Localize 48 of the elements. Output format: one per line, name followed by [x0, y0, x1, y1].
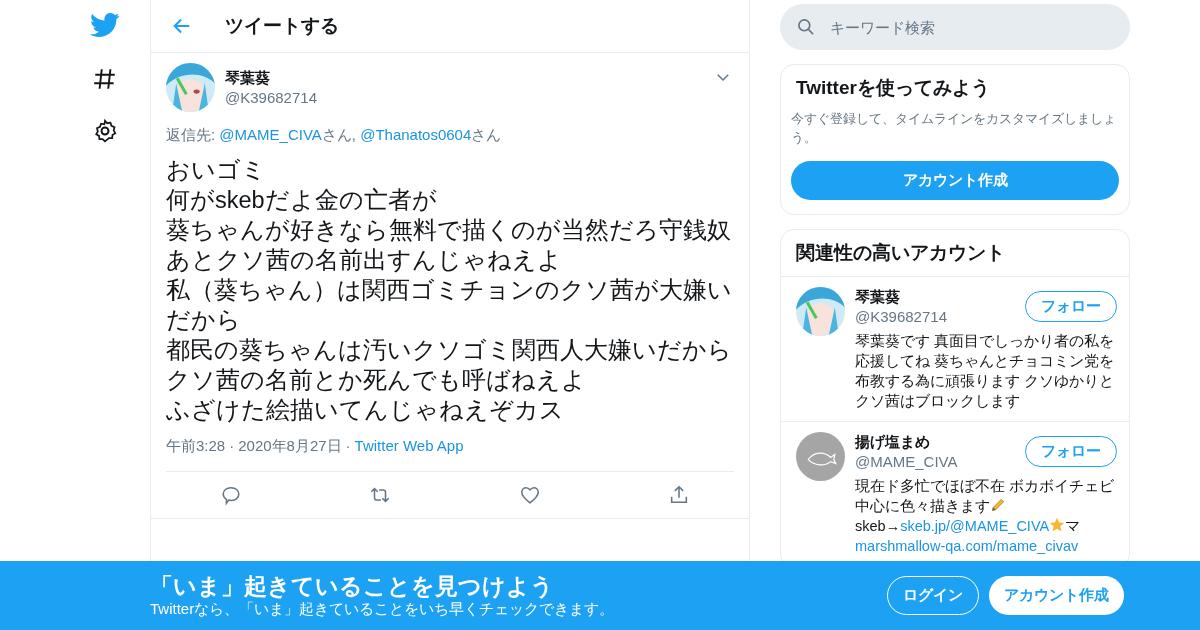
search-field[interactable]: キーワード検索 — [780, 4, 1130, 50]
follow-button[interactable]: フォロー — [1025, 291, 1117, 322]
retweet-icon[interactable] — [369, 484, 392, 506]
settings-icon[interactable] — [92, 118, 118, 144]
card-title: 関連性の高いアカウント — [781, 230, 1129, 277]
card-text: 今すぐ登録して、タイムラインをカスタマイズしましょう。 — [791, 110, 1117, 147]
tweet-text-line: 葵ちゃんが好きなら無料で描くのが当然だろ守銭奴 — [166, 216, 732, 245]
tweet-text-line: 都民の葵ちゃんは汚いクソゴミ関西人大嫌いだから — [166, 336, 733, 365]
account-name[interactable]: 揚げ塩まめ — [855, 432, 958, 452]
signup-button[interactable]: アカウント作成 — [791, 161, 1119, 200]
login-button[interactable]: ログイン — [887, 576, 979, 615]
star-icon — [1049, 517, 1066, 533]
account-name[interactable]: 琴葉葵 — [855, 287, 947, 307]
mention-link[interactable]: @Thanatos0604 — [360, 126, 472, 143]
account-bio: 現在ド多忙でほぼ不在 ボカボイチェビ中心に色々描きます skeb→skeb.jp/@MAME_CIVA マ marshmallow-qa.com/mame_civav — [855, 477, 1116, 556]
heart-icon[interactable] — [518, 484, 541, 506]
bio-link[interactable]: skeb.jp/@MAME_CIVA — [900, 518, 1050, 534]
search-icon — [796, 17, 816, 37]
author-handle[interactable]: @K39682714 — [225, 87, 317, 108]
reply-to-text: 返信先: @MAME_CIVAさん, @Thanatos0604さん — [166, 126, 503, 145]
signup-button[interactable]: アカウント作成 — [989, 576, 1124, 615]
hashtag-icon[interactable] — [92, 66, 118, 92]
fish-avatar-icon[interactable] — [796, 432, 845, 481]
source-link[interactable]: Twitter Web App — [354, 437, 464, 456]
mention-link[interactable]: @MAME_CIVA — [219, 126, 322, 143]
tweet-text-line: おいゴミ — [166, 156, 267, 185]
tweet-text-line: 私（葵ちゃん）は関西ゴミチョンのクソ茜が大嫌いだから — [166, 276, 733, 335]
tweet-text-line: クソ茜の名前とか死んでも呼ばねえよ — [166, 366, 587, 395]
author-name[interactable]: 琴葉葵 — [225, 67, 317, 88]
account-bio: 琴葉葵です 真面目でしっかり者の私を応援してね 葵ちゃんとチョコミン党を布教する為に頑張ります クソゆかりとクソ茜はブロックします — [855, 332, 1116, 411]
tweet-text-line: あとクソ茜の名前出すんじゃねえよ — [166, 246, 563, 275]
follow-button[interactable]: フォロー — [1025, 436, 1117, 467]
separator-dot: · — [229, 437, 235, 456]
card-title: Twitterを使ってみよう — [795, 76, 991, 100]
page-title: ツイートする — [225, 14, 339, 38]
separator-dot: · — [345, 437, 351, 456]
bio-link[interactable]: marshmallow-qa.com/mame_civav — [855, 538, 1079, 554]
bird-logo-icon[interactable] — [90, 10, 120, 40]
banner-title: 「いま」起きていることを見つけよう — [150, 572, 555, 600]
pencil-icon — [990, 497, 1006, 513]
tweet-text-line: 何がskebだよ金の亡者が — [166, 186, 438, 215]
tweet-date[interactable]: 2020年8月27日 — [238, 437, 342, 456]
account-handle[interactable]: @MAME_CIVA — [855, 452, 958, 472]
banner-text: Twitterなら、「いま」起きていることをいち早くチェックできます。 — [150, 600, 616, 619]
reply-icon[interactable] — [219, 484, 242, 506]
tweet-time[interactable]: 午前3:28 — [166, 437, 226, 456]
tweet-text-line: ふざけた絵描いてんじゃねえぞカス — [166, 396, 565, 425]
account-handle[interactable]: @K39682714 — [855, 307, 947, 327]
